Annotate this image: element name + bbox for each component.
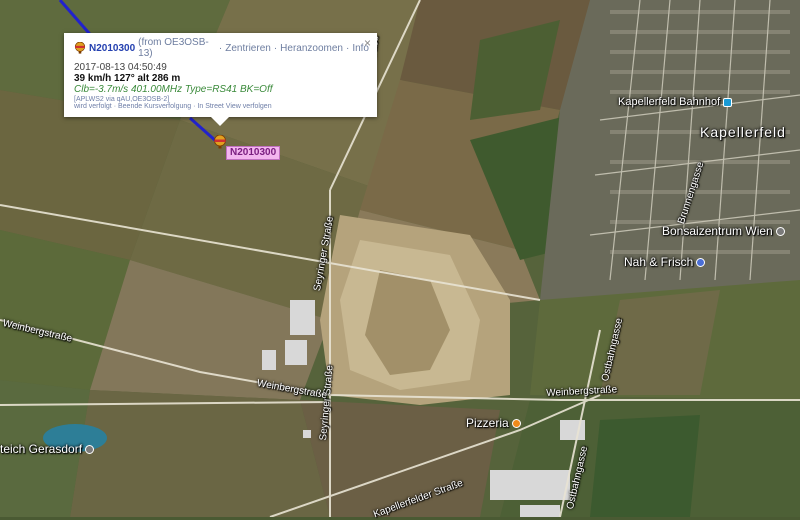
poi-label: Kapellerfeld Bahnhof <box>618 96 721 108</box>
path-info: [APLWS2 via qAU,OE3OSB-2] <box>74 96 170 103</box>
close-icon[interactable]: × <box>364 36 371 50</box>
shopping-icon <box>696 257 706 267</box>
zoom-in-link[interactable]: Heranzoomen <box>280 43 343 54</box>
center-link[interactable]: Zentrieren <box>225 43 271 54</box>
poi-kapellerfeld-bahnhof[interactable]: Kapellerfeld Bahnhof <box>618 96 733 108</box>
timestamp: 2017-08-13 04:50:49 <box>74 62 167 73</box>
streetview-link[interactable]: In Street View verfolgen <box>197 103 271 110</box>
from-text: (from OE3OSB-13) <box>138 37 209 59</box>
poi-teich-gerasdorf[interactable]: teich Gerasdorf <box>0 442 95 456</box>
poi-bonsaizentrum[interactable]: Bonsaizentrum Wien <box>662 224 785 238</box>
poi-pizzeria[interactable]: Pizzeria <box>466 416 521 430</box>
separator: · <box>345 42 350 54</box>
separator: · <box>218 42 223 54</box>
tracking-row: wird verfolgt · Beende Kursverfolgung · … <box>74 103 369 110</box>
place-label-kapellerfeld: Kapellerfeld <box>700 124 786 140</box>
popup-header: N2010300 (from OE3OSB-13) · Zentrieren ·… <box>74 37 369 59</box>
balloon-icon[interactable] <box>213 134 227 149</box>
stop-tracking-link[interactable]: Beende Kursverfolgung <box>118 103 191 110</box>
separator: · <box>193 103 196 110</box>
tracking-status: wird verfolgt <box>74 103 112 110</box>
park-icon <box>85 444 95 454</box>
train-icon <box>723 97 733 107</box>
restaurant-icon <box>511 418 521 428</box>
separator: · <box>113 103 117 110</box>
poi-label: teich Gerasdorf <box>0 442 83 456</box>
separator: · <box>273 42 278 54</box>
balloon-icon <box>74 41 86 54</box>
info-popup: N2010300 (from OE3OSB-13) · Zentrieren ·… <box>64 33 377 126</box>
popup-tail <box>210 116 230 126</box>
speed-altitude: 39 km/h 127° alt 286 m <box>74 73 181 84</box>
comment: Clb=-3.7m/s 401.00MHz Type=RS41 BK=Off <box>74 84 273 95</box>
poi-label: Nah & Frisch <box>624 255 694 269</box>
station-id-link[interactable]: N2010300 <box>89 43 135 54</box>
poi-label: Bonsaizentrum Wien <box>662 224 773 238</box>
poi-nah-frisch[interactable]: Nah & Frisch <box>624 255 706 269</box>
marker-label[interactable]: N2010300 <box>226 146 281 160</box>
shop-icon <box>775 226 785 236</box>
poi-label: Pizzeria <box>466 416 509 430</box>
